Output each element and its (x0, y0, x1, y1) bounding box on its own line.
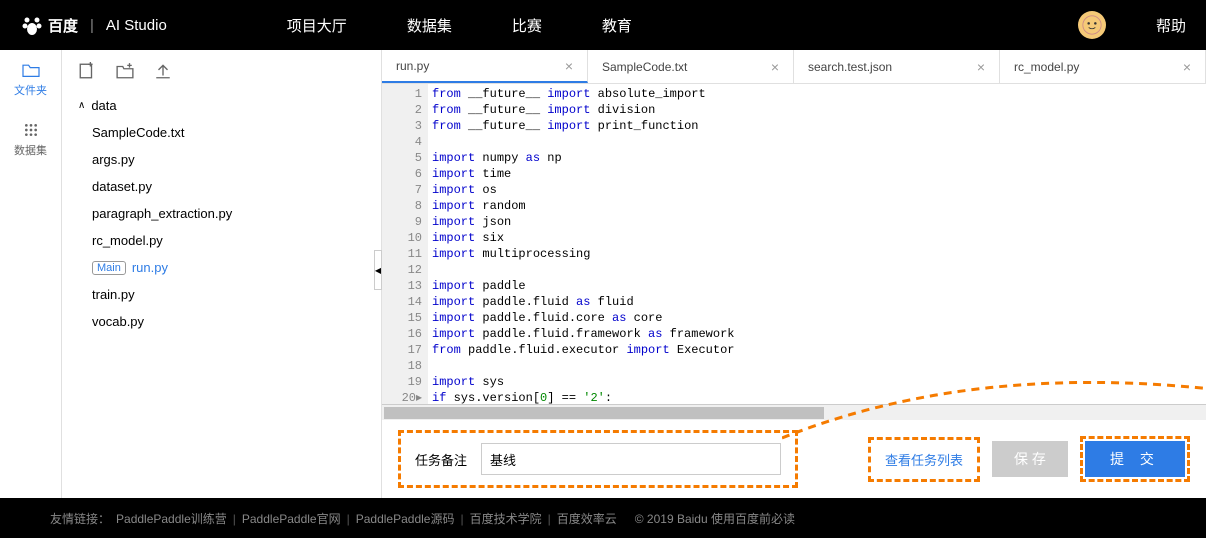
tree-file-label: run.py (132, 260, 168, 275)
footer-link[interactable]: PaddlePaddle官网 (242, 512, 341, 526)
remark-label: 任务备注 (415, 450, 467, 469)
baidu-logo: 百度 (20, 13, 78, 37)
avatar-face-icon (1082, 15, 1102, 35)
file-tree: ∧ data SampleCode.txt args.py dataset.py… (62, 92, 381, 335)
tree-file[interactable]: train.py (78, 281, 365, 308)
tab-label: search.test.json (808, 60, 892, 74)
paw-icon (20, 13, 44, 37)
copyright-text: © 2019 Baidu 使用百度前必读 (635, 510, 795, 527)
file-sidebar: ∧ data SampleCode.txt args.py dataset.py… (62, 50, 382, 498)
code-area[interactable]: 1234567891011121314151617181920▸21222324… (382, 84, 1206, 404)
scrollbar-thumb[interactable] (384, 407, 824, 419)
tree-file[interactable]: args.py (78, 146, 365, 173)
editor-tab[interactable]: search.test.json × (794, 50, 1000, 83)
brand-baidu-text: 百度 (48, 15, 78, 36)
tree-file[interactable]: vocab.py (78, 308, 365, 335)
horizontal-scrollbar[interactable] (382, 404, 1206, 420)
footer-link[interactable]: 百度技术学院 (470, 512, 542, 526)
submit-highlight: 提 交 (1080, 436, 1190, 482)
footer: 友情链接： PaddlePaddle训练营|PaddlePaddle官网|Pad… (0, 498, 1206, 538)
tree-file[interactable]: SampleCode.txt (78, 119, 365, 146)
tab-label: rc_model.py (1014, 60, 1079, 74)
editor-tab[interactable]: run.py × (382, 50, 588, 83)
new-file-icon[interactable] (78, 62, 96, 80)
grid-icon (21, 122, 41, 138)
upload-icon[interactable] (154, 62, 172, 80)
tab-label: SampleCode.txt (602, 60, 687, 74)
avatar[interactable] (1078, 11, 1106, 39)
tree-folder-label: data (91, 98, 116, 113)
rail-datasets[interactable]: 数据集 (0, 110, 61, 170)
bottom-bar: 任务备注 查看任务列表 保 存 提 交 (382, 420, 1206, 498)
collapse-sidebar-handle[interactable]: ◀ (374, 250, 382, 290)
caret-icon: ∧ (78, 100, 85, 111)
rail-files-label: 文件夹 (14, 82, 47, 98)
folder-icon (21, 62, 41, 78)
brand-separator: | (90, 17, 94, 34)
sidebar-actions (62, 50, 381, 92)
footer-link[interactable]: 百度效率云 (557, 512, 617, 526)
tree-file[interactable]: rc_model.py (78, 227, 365, 254)
tree-folder-data[interactable]: ∧ data (78, 92, 365, 119)
logo-block: 百度 | AI Studio (20, 13, 167, 37)
left-rail: 文件夹 数据集 (0, 50, 62, 498)
close-icon[interactable]: × (771, 59, 779, 75)
save-button[interactable]: 保 存 (992, 441, 1068, 477)
view-list-text: 查看任务列表 (885, 453, 963, 468)
submit-button[interactable]: 提 交 (1085, 441, 1185, 477)
code-body[interactable]: from __future__ import absolute_import f… (428, 84, 1206, 404)
view-task-list-link[interactable]: 查看任务列表 (868, 437, 980, 482)
tree-file-active[interactable]: Main run.py (78, 254, 365, 281)
rail-datasets-label: 数据集 (14, 142, 47, 158)
close-icon[interactable]: × (977, 59, 985, 75)
editor-tabs: run.py×SampleCode.txt×search.test.json×r… (382, 50, 1206, 84)
brand-studio-text: AI Studio (106, 17, 167, 34)
task-remark-block: 任务备注 (398, 430, 798, 488)
close-icon[interactable]: × (565, 58, 573, 74)
help-link[interactable]: 帮助 (1156, 15, 1186, 36)
tab-label: run.py (396, 59, 429, 73)
new-folder-icon[interactable] (116, 62, 134, 80)
tree-file[interactable]: paragraph_extraction.py (78, 200, 365, 227)
nav-contest[interactable]: 比赛 (512, 15, 542, 36)
rail-files[interactable]: 文件夹 (0, 50, 61, 110)
footer-link[interactable]: PaddlePaddle训练营 (116, 512, 227, 526)
top-header: 百度 | AI Studio 项目大厅 数据集 比赛 教育 帮助 (0, 0, 1206, 50)
tree-file[interactable]: dataset.py (78, 173, 365, 200)
main-badge: Main (92, 261, 126, 275)
remark-input[interactable] (481, 443, 781, 475)
footer-link[interactable]: PaddlePaddle源码 (356, 512, 455, 526)
editor-pane: ◀ run.py×SampleCode.txt×search.test.json… (382, 50, 1206, 498)
line-gutter: 1234567891011121314151617181920▸21222324 (382, 84, 428, 404)
close-icon[interactable]: × (1183, 59, 1191, 75)
nav-project[interactable]: 项目大厅 (287, 15, 347, 36)
nav-edu[interactable]: 教育 (602, 15, 632, 36)
nav-dataset[interactable]: 数据集 (407, 15, 452, 36)
editor-tab[interactable]: SampleCode.txt × (588, 50, 794, 83)
top-nav: 项目大厅 数据集 比赛 教育 (287, 15, 632, 36)
editor-tab[interactable]: rc_model.py × (1000, 50, 1206, 83)
footer-prefix: 友情链接： (50, 510, 110, 527)
